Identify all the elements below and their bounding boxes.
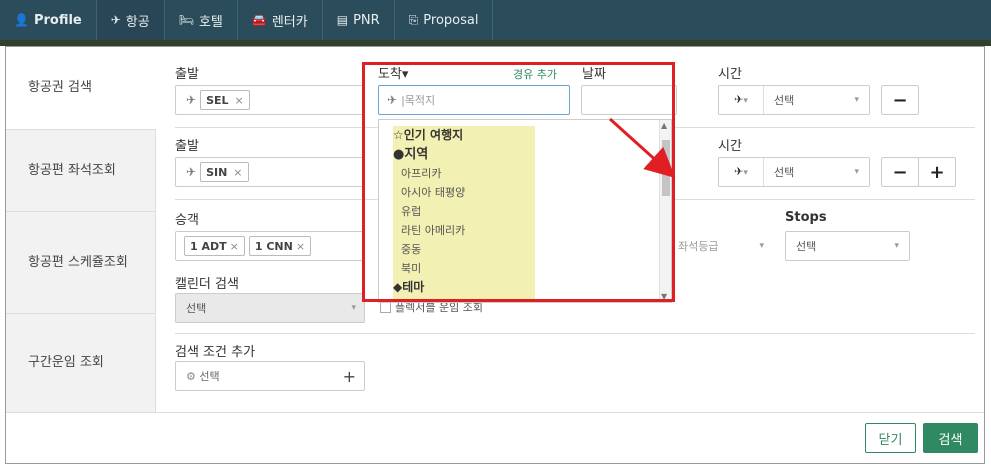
tab-proposal[interactable]: ⎘ Proposal	[395, 0, 494, 40]
tab-label: 항공	[125, 14, 150, 30]
tab-rentacar[interactable]: 🚘 렌터카	[238, 0, 323, 40]
close-button[interactable]: 닫기	[865, 423, 916, 453]
footer-bar: 닫기 검색	[6, 412, 984, 463]
tab-label: 호텔	[198, 14, 223, 30]
arrow-line	[608, 117, 676, 179]
tab-label: PNR	[353, 12, 380, 28]
tab-pnr[interactable]: ▤ PNR	[323, 0, 395, 40]
plane-icon: ✈	[110, 13, 121, 27]
user-icon: 👤	[14, 13, 29, 27]
tab-label: 렌터카	[271, 14, 308, 30]
list-icon: ▤	[336, 13, 349, 27]
tab-label: Proposal	[423, 12, 479, 28]
car-icon: 🚘	[251, 13, 267, 27]
bed-icon: 🛏	[178, 13, 194, 27]
tab-flight[interactable]: ✈ 항공	[96, 0, 165, 40]
top-nav: 👤 Profile ✈ 항공 🛏 호텔 🚘 렌터카 ▤ PNR ⎘ Propos…	[0, 0, 991, 40]
search-button[interactable]: 검색	[923, 423, 978, 453]
tab-profile[interactable]: 👤 Profile	[0, 0, 97, 40]
tab-label: Profile	[33, 12, 82, 28]
clipboard-icon: ⎘	[408, 12, 419, 27]
tab-hotel[interactable]: 🛏 호텔	[165, 0, 238, 40]
arrow-annotation	[608, 117, 676, 179]
search-panel: 항공권 검색 항공편 좌석조회 항공편 스케쥴조회 구간운임 조회 출발 ✈ S…	[5, 46, 985, 464]
